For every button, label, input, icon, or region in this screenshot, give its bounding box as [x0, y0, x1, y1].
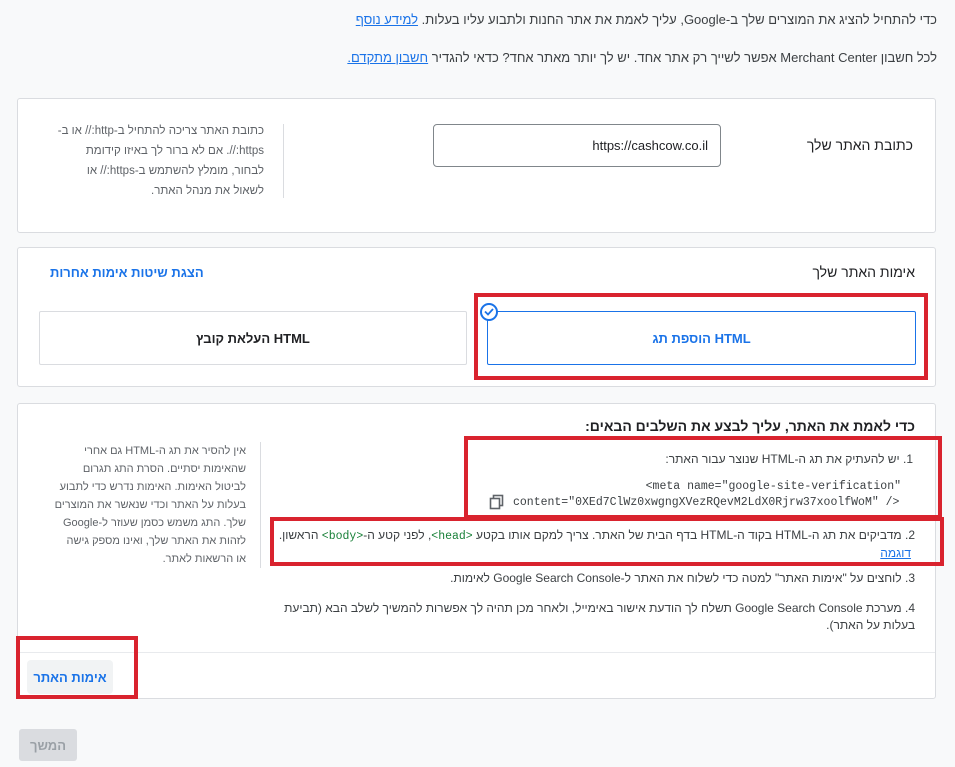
- step-3: 3. לוחצים על "אימות האתר" למטה כדי לשלוח…: [450, 571, 915, 585]
- steps-helper-text: אין להסיר את תג ה-HTML גם אחרי שהאימות י…: [54, 445, 246, 565]
- intro-text-1: כדי להתחיל להציג את המוצרים שלך ב-Google…: [421, 12, 937, 27]
- highlight-html-tag: [474, 293, 928, 380]
- other-methods-link[interactable]: הצגת שיטות אימות אחרות: [50, 265, 204, 280]
- website-helper-text: כתובת האתר צריכה להתחיל ב-http:// או ב-h…: [57, 125, 264, 197]
- intro-text-2: לכל חשבון Merchant Center אפשר לשייך רק …: [431, 50, 937, 65]
- website-label: כתובת האתר שלך: [806, 137, 913, 153]
- website-card: כתובת האתר שלך https://cashcow.co.il כתו…: [17, 98, 936, 233]
- highlight-step-2: [270, 517, 944, 566]
- learn-more-link[interactable]: למידע נוסף: [356, 12, 418, 27]
- website-url-value: https://cashcow.co.il: [592, 138, 708, 153]
- steps-heading: כדי לאמת את האתר, עליך לבצע את השלבים הב…: [585, 418, 915, 434]
- step-4: 4. מערכת Google Search Console תשלח לך ה…: [284, 601, 915, 632]
- intro-line-1: כדי להתחיל להציג את המוצרים שלך ב-Google…: [17, 12, 937, 27]
- steps-footer-divider: [18, 652, 935, 653]
- steps-divider: [260, 442, 261, 568]
- option-html-file[interactable]: העלאת קובץ HTML: [39, 311, 467, 365]
- website-url-input[interactable]: https://cashcow.co.il: [433, 124, 721, 167]
- option-html-file-label: העלאת קובץ HTML: [196, 330, 310, 346]
- advanced-account-link[interactable]: חשבון מתקדם.: [347, 50, 428, 65]
- divider: [283, 124, 284, 198]
- highlight-verify-button: [16, 636, 138, 699]
- next-button-label: המשך: [29, 737, 67, 753]
- verification-title: אימות האתר שלך: [812, 264, 915, 280]
- next-button[interactable]: המשך: [19, 729, 77, 761]
- intro-line-2: לכל חשבון Merchant Center אפשר לשייך רק …: [17, 50, 937, 65]
- highlight-step-1: [464, 436, 942, 519]
